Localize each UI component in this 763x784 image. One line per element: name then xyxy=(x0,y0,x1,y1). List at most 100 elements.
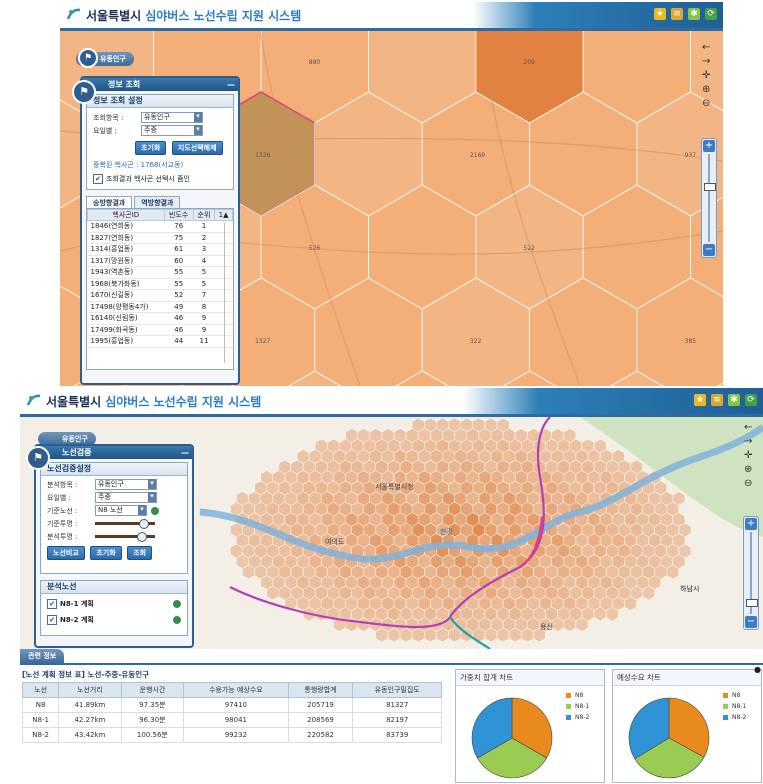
hex-label: 322 xyxy=(470,338,482,345)
table-row[interactable]: 1827(연희동) 75 2 xyxy=(87,232,233,244)
rank-cell: 2 xyxy=(193,232,215,244)
table-row[interactable]: N8-1 42.27km 96.30분 98041 208569 82197 xyxy=(21,712,442,728)
home-icon[interactable]: ★ xyxy=(694,394,706,406)
rank-cell: 5 xyxy=(193,278,215,290)
hex-id-cell: 16140(신림동) xyxy=(87,312,165,325)
route-table-cell: 205719 xyxy=(287,697,354,713)
weekday-select[interactable]: 주중 xyxy=(141,125,203,136)
table-row[interactable]: 17499(화곡동) 46 9 xyxy=(87,324,233,336)
related-info-tab[interactable]: 관련 정보 xyxy=(20,649,65,663)
zoom-in-icon[interactable]: ⊕ xyxy=(744,464,752,475)
pan-move-icon[interactable]: ✛ xyxy=(702,70,710,81)
zoom-out-icon[interactable]: ⊖ xyxy=(702,98,710,109)
rank-cell: 5 xyxy=(193,266,215,279)
chart-legend: N8 N8-1 N8-2 xyxy=(723,690,746,723)
home-icon[interactable]: ★ xyxy=(654,8,666,20)
legend-label: N8-2 xyxy=(575,714,590,721)
route-table-cell: N8 xyxy=(21,697,60,713)
layer-tab-label: 유동인구 xyxy=(62,435,88,443)
hex-id-cell: 17498(양평동4가) xyxy=(87,301,165,313)
zoom-out-icon[interactable]: ⊖ xyxy=(744,478,752,489)
table-row[interactable]: 1943(역촌동) 55 5 xyxy=(87,266,233,279)
zoom-checkbox[interactable]: ✔ xyxy=(93,174,103,184)
base-route-select[interactable]: N8 노선 xyxy=(95,505,147,516)
seoul-logo-icon xyxy=(26,394,41,406)
table-row[interactable]: 1317(망원동) 60 4 xyxy=(87,255,233,267)
hex-id-cell: 1968(북가좌동) xyxy=(87,278,165,290)
analysis-item-select[interactable]: 유동인구 xyxy=(95,479,157,490)
field-label: 기준투명 : xyxy=(47,519,78,528)
table-row[interactable]: 1846(연희동) 76 1 xyxy=(87,220,233,233)
reset-button[interactable]: 초기화 xyxy=(90,546,122,560)
pan-move-icon[interactable]: ✛ xyxy=(744,450,752,461)
frequency-cell: 44 xyxy=(164,335,194,348)
table-row[interactable]: 1968(북가좌동) 55 5 xyxy=(87,278,233,290)
person-walk-icon: ⚑ xyxy=(26,446,50,470)
map-label: 여의도 xyxy=(325,538,345,546)
route-table-cell: N8-2 xyxy=(21,727,60,743)
line-toggle-icon[interactable] xyxy=(173,599,181,608)
rank-cell: 11 xyxy=(193,335,215,348)
info-panel-header: 정보 조회 — xyxy=(82,78,238,91)
info-settings-section: 정보 조회 설정 조회항목 : 유동인구 요일별 : 주중 초기화 지도선택해제… xyxy=(86,94,234,190)
settings-title: 정보 조회 설정 xyxy=(87,95,233,108)
table-row[interactable]: 16140(신림동) 46 9 xyxy=(87,312,233,325)
top-zoom-slider[interactable]: + − xyxy=(701,138,717,258)
minimize-icon[interactable]: — xyxy=(227,78,235,91)
col-hex-id[interactable]: 헥사곤ID xyxy=(87,209,165,221)
analysis-opacity-slider[interactable] xyxy=(95,532,155,542)
info-panel: 정보 조회 — 정보 조회 설정 조회항목 : 유동인구 요일별 : 주중 초기… xyxy=(72,76,240,385)
tab-forward-result[interactable]: 승방향결과 xyxy=(86,196,133,208)
pan-right-icon[interactable]: → xyxy=(744,436,752,447)
settings-icon[interactable]: ✱ xyxy=(688,8,700,20)
hex-id-cell: 1995(흥업동) xyxy=(87,335,165,348)
line-checkbox[interactable]: ✔ xyxy=(47,598,57,609)
result-table: 헥사곤ID 빈도수 순위 1▲ 1846(연희동) 76 1 1827(연희동) 75 2… xyxy=(87,209,233,348)
pan-right-icon[interactable]: → xyxy=(702,56,710,67)
table-row[interactable]: 17498(양평동4가) 49 8 xyxy=(87,301,233,313)
col-rank[interactable]: 순위 xyxy=(192,209,216,221)
legend-swatch xyxy=(723,704,728,709)
list-icon[interactable]: ≡ xyxy=(671,8,683,20)
close-icon[interactable]: ● xyxy=(754,665,761,674)
result-scrollbar[interactable] xyxy=(224,223,231,363)
table-row[interactable]: 1995(흥업동) 44 11 xyxy=(87,335,233,348)
route-panel: 노선검증 — 노선검증설정 분석항목 : 유동인구 요일별 : 주중 기준노선 … xyxy=(26,444,194,648)
settings-icon[interactable]: ✱ xyxy=(728,394,740,406)
reset-button[interactable]: 초기화 xyxy=(135,141,167,155)
zoom-in-icon[interactable]: ⊕ xyxy=(702,84,710,95)
legend-label: N8 xyxy=(732,692,741,699)
legend-label: N8-2 xyxy=(732,714,747,721)
pan-left-icon[interactable]: ← xyxy=(702,42,710,53)
list-icon[interactable]: ≡ xyxy=(711,394,723,406)
clear-selection-button[interactable]: 지도선택해제 xyxy=(171,141,223,155)
base-opacity-slider[interactable] xyxy=(95,519,155,529)
route-table-cell: 43.42km xyxy=(58,727,122,743)
legend-label: N8 xyxy=(575,692,584,699)
refresh-icon[interactable]: ⟳ xyxy=(745,394,757,406)
person-walk-icon: ⚑ xyxy=(72,80,96,104)
compare-routes-button[interactable]: 노선비교 xyxy=(47,546,85,560)
minimize-icon[interactable]: — xyxy=(181,446,189,459)
tab-reverse-result[interactable]: 역방향결과 xyxy=(134,196,181,208)
table-row[interactable]: N8 41.89km 97.35분 97410 205719 81327 xyxy=(21,697,442,713)
query-button[interactable]: 조회 xyxy=(127,546,153,560)
table-row[interactable]: 1314(흥업동) 61 3 xyxy=(87,243,233,256)
bottom-zoom-slider[interactable]: + − xyxy=(743,516,759,630)
weekday-select[interactable]: 주중 xyxy=(95,492,157,503)
route-table-cell: 83739 xyxy=(352,727,442,743)
route-table-cell: 97.35분 xyxy=(120,697,185,713)
route-table-title: [노선 계획 정보 표] 노선-주중-유동인구 xyxy=(22,670,150,679)
query-item-select[interactable]: 유동인구 xyxy=(141,112,203,123)
table-row[interactable]: 1670(신길동) 52 7 xyxy=(87,289,233,302)
table-row[interactable]: N8-2 43.42km 100.56분 99232 220582 83739 xyxy=(21,727,442,743)
toggle-icon[interactable] xyxy=(151,506,159,515)
col-frequency[interactable]: 빈도수 xyxy=(163,209,194,221)
col-sort[interactable]: 1▲ xyxy=(214,209,233,221)
line-checkbox[interactable]: ✔ xyxy=(47,614,57,625)
refresh-icon[interactable]: ⟳ xyxy=(705,8,717,20)
route-table-cell: 208569 xyxy=(287,712,354,728)
pan-left-icon[interactable]: ← xyxy=(744,422,752,433)
line-toggle-icon[interactable] xyxy=(173,615,181,624)
selected-hex-link[interactable]: 중복된 헥사곤 : 1768(서교동) xyxy=(87,160,233,170)
